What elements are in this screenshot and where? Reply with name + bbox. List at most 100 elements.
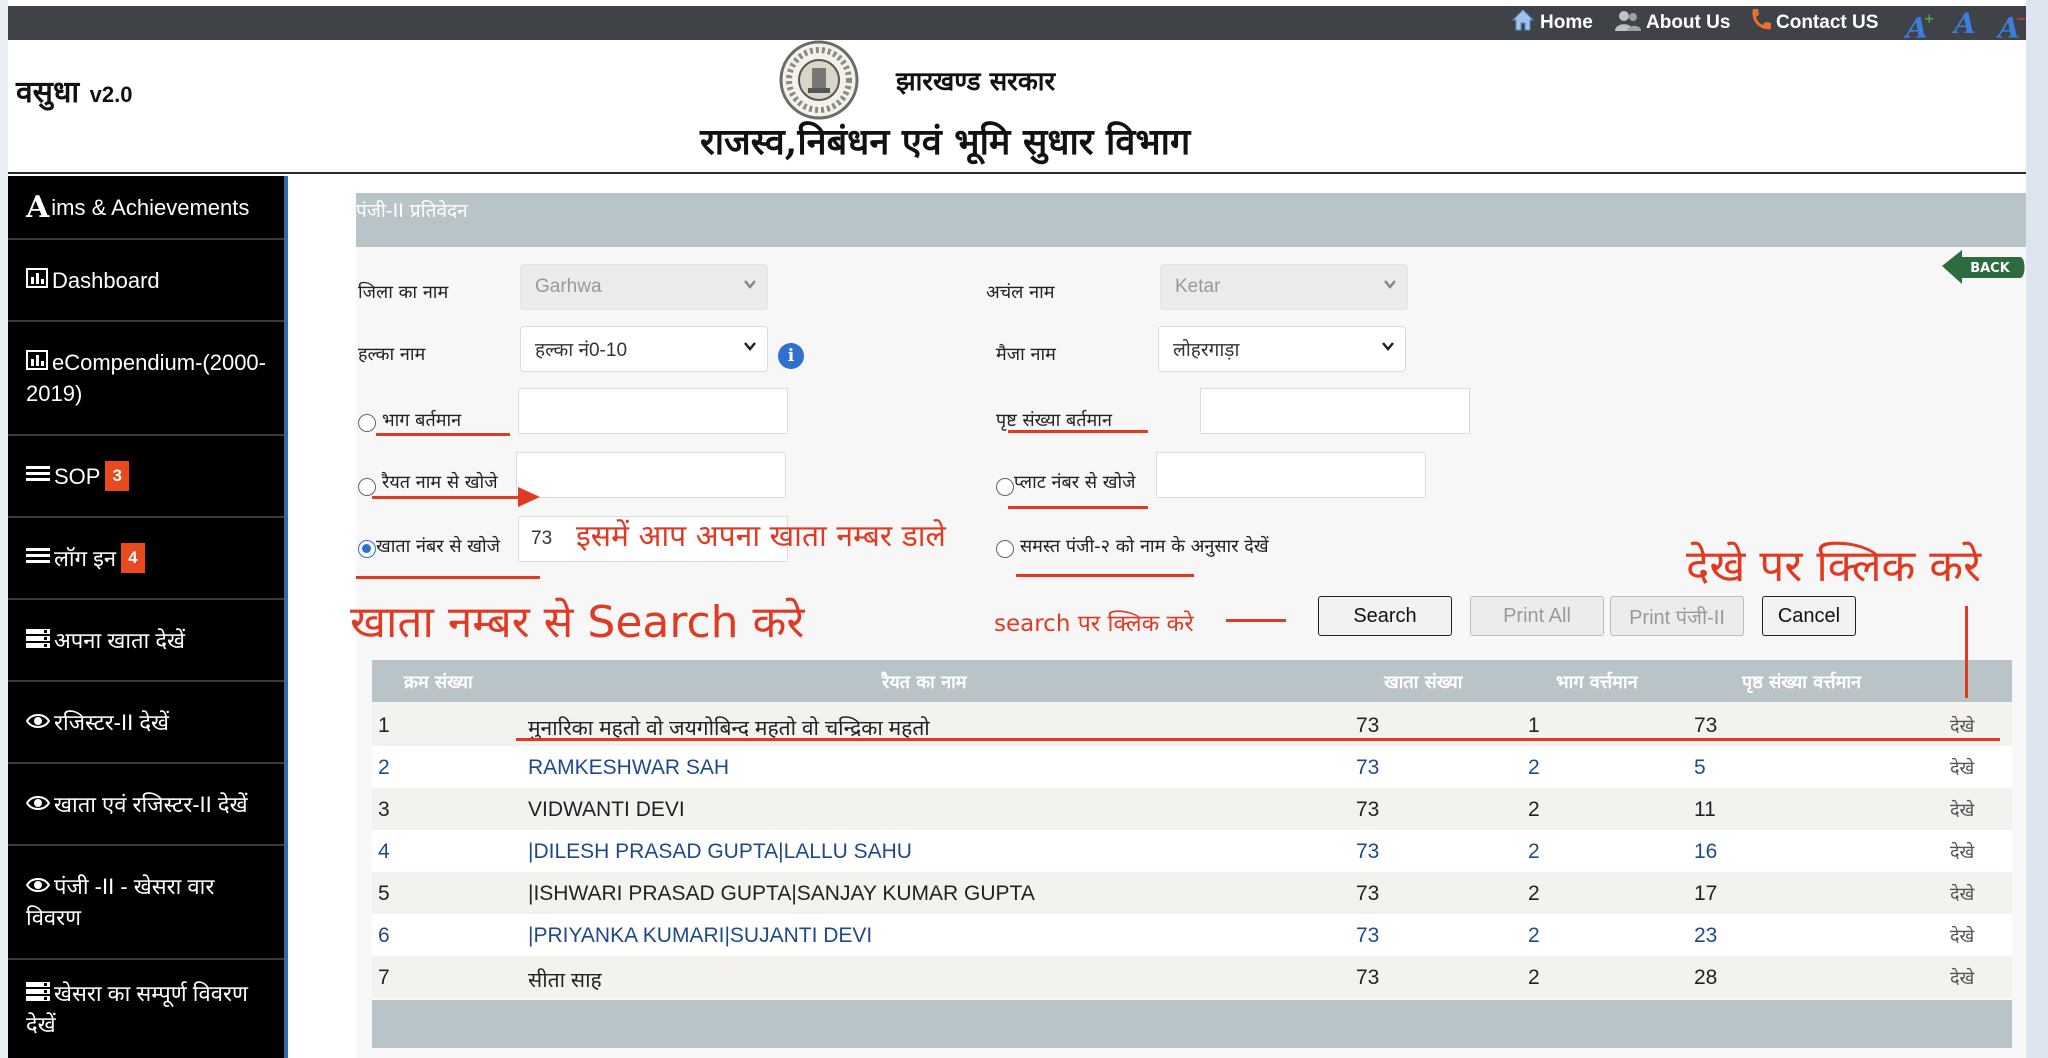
server-icon xyxy=(26,625,50,656)
about-link[interactable]: About Us xyxy=(1614,10,1730,36)
bhag-label: भाग बर्तमान xyxy=(382,410,462,431)
brand-version: v2.0 xyxy=(89,82,133,107)
view-link[interactable]: देखे xyxy=(1950,882,1974,906)
font-reset-button[interactable]: A xyxy=(1954,10,1976,38)
plot-input[interactable] xyxy=(1156,452,1426,498)
annotation-arrow-line xyxy=(372,496,522,499)
plus-icon: + xyxy=(1923,12,1935,27)
view-link[interactable]: देखे xyxy=(1950,840,1974,864)
annotation-search-by-khata: खाता नम्बर से Search करे xyxy=(350,597,805,648)
view-link[interactable]: देखे xyxy=(1950,798,1974,822)
cell-bhag: 2 xyxy=(1528,882,1540,905)
print-all-button[interactable]: Print All xyxy=(1470,596,1604,636)
mauza-value: लोहरगाड़ा xyxy=(1173,340,1240,361)
search-button[interactable]: Search xyxy=(1318,596,1452,636)
annotation-row-highlight-line xyxy=(516,738,2000,741)
font-increase-button[interactable]: A+ xyxy=(1906,10,1939,42)
left-edge xyxy=(0,0,8,1058)
minus-icon: − xyxy=(2015,12,2027,27)
sidebar-item-sop[interactable]: SOP 3 xyxy=(8,436,284,518)
all-radio[interactable] xyxy=(996,540,1014,558)
cell-bhag: 2 xyxy=(1528,756,1540,779)
annotation-enter-khata: इसमें आप अपना खाता नम्बर डाले xyxy=(576,519,946,554)
info-icon[interactable]: i xyxy=(778,343,804,369)
brand-name: वसुधा xyxy=(16,75,80,110)
annotation-underline xyxy=(356,576,540,579)
cell-serial: 2 xyxy=(378,756,390,779)
cell-name: |DILESH PRASAD GUPTA|LALLU SAHU xyxy=(528,840,912,863)
annotation-pointer-line xyxy=(1965,606,1968,698)
sidebar-item-ecompendium[interactable]: eCompendium-(2000-2019) xyxy=(8,322,284,436)
view-link[interactable]: देखे xyxy=(1950,924,1974,948)
raiyat-input[interactable] xyxy=(516,452,786,498)
sidebar-item-register-ii[interactable]: रजिस्टर-II देखें xyxy=(8,682,284,764)
raiyat-radio[interactable] xyxy=(358,478,376,496)
district-value: Garhwa xyxy=(535,276,602,297)
page-input[interactable] xyxy=(1200,388,1470,434)
view-link[interactable]: देखे xyxy=(1950,714,1974,738)
home-link[interactable]: Home xyxy=(1510,9,1593,36)
col-page: पृष्ठ संख्या वर्त्तमान xyxy=(1742,672,1862,693)
cell-name: VIDWANTI DEVI xyxy=(528,798,685,821)
sidebar-item-login[interactable]: लॉग इन 4 xyxy=(8,518,284,600)
view-link[interactable]: देखे xyxy=(1950,756,1974,780)
top-bar: Home About Us Contact US A+ A A− xyxy=(8,6,2027,42)
cell-khata: 73 xyxy=(1356,882,1380,905)
circle-select[interactable]: Ketar xyxy=(1160,264,1408,310)
back-button[interactable]: BACK xyxy=(1940,248,2028,286)
page-label: पृष्ट संख्या बर्तमान xyxy=(996,410,1112,431)
table-row: 6 |PRIYANKA KUMARI|SUJANTI DEVI 73 2 23 … xyxy=(372,914,2012,956)
plot-label: प्लाट नंबर से खोजे xyxy=(1014,472,1136,493)
eye-icon xyxy=(25,871,51,902)
khata-label: खाता नंबर से खोजे xyxy=(376,536,501,557)
view-link[interactable]: देखे xyxy=(1950,966,1974,990)
halka-select[interactable]: हल्का नं0-10 xyxy=(520,326,768,372)
font-reset-label: A xyxy=(1954,7,1976,40)
sidebar-item-label: पंजी -II - खेसरा वार विवरण xyxy=(26,874,215,930)
annotation-underline xyxy=(376,433,510,436)
sidebar-item-khesra-full[interactable]: खेसरा का सम्पूर्ण विवरण देखें xyxy=(8,960,284,1058)
khata-radio[interactable] xyxy=(358,540,376,558)
plot-radio[interactable] xyxy=(996,478,1014,496)
district-select[interactable]: Garhwa xyxy=(520,264,768,310)
cell-serial: 7 xyxy=(378,966,390,989)
raiyat-label: रैयत नाम से खोजे xyxy=(382,472,498,493)
contact-link[interactable]: Contact US xyxy=(1748,7,1878,39)
sidebar-item-label: खाता एवं रजिस्टर-II देखें xyxy=(54,791,248,817)
bhag-input[interactable] xyxy=(518,388,788,434)
sidebar-item-aims[interactable]: A ims & Achievements xyxy=(8,176,284,240)
server-icon xyxy=(26,978,50,1009)
table-row: 2 RAMKESHWAR SAH 73 2 5 देखे xyxy=(372,746,2012,788)
cell-khata: 73 xyxy=(1356,798,1380,821)
bar-chart-icon xyxy=(26,347,48,378)
cell-serial: 6 xyxy=(378,924,390,947)
sidebar-item-dashboard[interactable]: Dashboard xyxy=(8,240,284,322)
chevron-down-icon xyxy=(1382,342,1394,351)
col-bhag: भाग वर्त्तमान xyxy=(1556,672,1638,693)
cell-khata: 73 xyxy=(1356,840,1380,863)
cell-serial: 3 xyxy=(378,798,390,821)
halka-label: हल्का नाम xyxy=(358,344,426,365)
sidebar-item-khata-register[interactable]: खाता एवं रजिस्टर-II देखें xyxy=(8,764,284,846)
font-decrease-button[interactable]: A− xyxy=(1998,10,2031,42)
table-row: 7 सीता साह 73 2 28 देखे xyxy=(372,956,2012,998)
cell-page: 5 xyxy=(1694,756,1706,779)
sidebar-item-khesra-wise[interactable]: पंजी -II - खेसरा वार विवरण xyxy=(8,846,284,960)
back-label: BACK xyxy=(1970,261,2011,276)
sidebar-item-my-khata[interactable]: अपना खाता देखें xyxy=(8,600,284,682)
scrollbar-track[interactable] xyxy=(2026,0,2048,1058)
bhag-radio[interactable] xyxy=(358,414,376,432)
col-raiyat-name: रैयत का नाम xyxy=(882,672,967,693)
list-icon xyxy=(26,543,50,574)
brand-logo[interactable]: वसुधा v2.0 xyxy=(16,70,132,111)
sidebar-item-label: खेसरा का सम्पूर्ण विवरण देखें xyxy=(26,981,248,1037)
mauza-select[interactable]: लोहरगाड़ा xyxy=(1158,326,1406,372)
panel-title: पंजी-II प्रतिवेदन xyxy=(356,200,468,222)
sidebar-divider xyxy=(284,176,288,1058)
cell-bhag: 2 xyxy=(1528,798,1540,821)
print-panji-button[interactable]: Print पंजी-II xyxy=(1610,596,1744,636)
phone-icon xyxy=(1748,7,1772,39)
annotation-underline xyxy=(1008,430,1148,433)
circle-label: अचंल नाम xyxy=(986,282,1055,303)
cancel-button[interactable]: Cancel xyxy=(1762,596,1856,636)
